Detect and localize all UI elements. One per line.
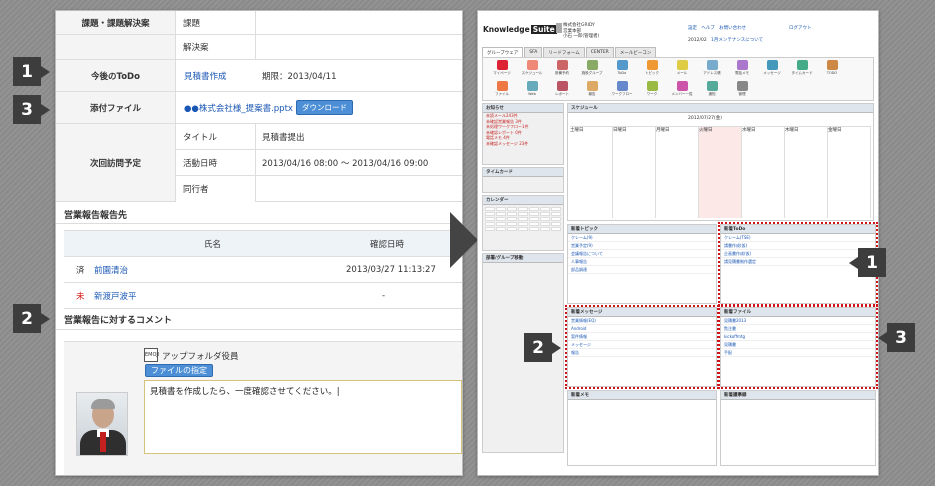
schedule-date: 2012/07/27(金)	[688, 116, 722, 121]
user-info: 株式会社GRIDY 営業本部 小石 一郎(管理者)	[563, 23, 600, 39]
sidebar: お知らせ 未読メール243件 未確認営業報告 3件 未処理ワークフロー1件 未確…	[482, 103, 564, 471]
app-icon[interactable]: 設備予約	[551, 60, 573, 77]
table-row: 済 前園清治 2013/03/27 11:13:27	[64, 257, 462, 283]
next-visit-title-row: タイトル 見積書提出	[176, 124, 462, 150]
calendar-block: カレンダー	[482, 195, 564, 251]
app-icon[interactable]: メッセージ	[761, 60, 783, 77]
next-visit-datetime: 2013/04/16 08:00 〜 2013/04/16 09:00	[262, 158, 429, 169]
highlight-files	[718, 305, 878, 389]
todo-link[interactable]: 見積書作成	[184, 60, 227, 91]
app-icon[interactable]: レポート	[551, 81, 573, 98]
next-visit-title: 見積書提出	[262, 132, 305, 143]
app-icon[interactable]: ワークフロー	[611, 81, 633, 98]
app-icon[interactable]: ファイル	[491, 81, 513, 98]
app-icon[interactable]: 施設グループ	[581, 60, 603, 77]
app-icon[interactable]: 電話メモ	[731, 60, 753, 77]
col-name: 氏名	[204, 239, 222, 250]
next-visit-companion-row: 同行者	[176, 176, 462, 202]
app-icon[interactable]: Web	[521, 81, 543, 98]
app-icon[interactable]: 管理	[731, 81, 753, 98]
recipient-link[interactable]: 前園清治	[94, 257, 128, 282]
report-dest-table: 氏名 確認日時 済 前園清治 2013/03/27 11:13:27 未 新渡戸…	[64, 230, 462, 314]
todo-row: 今後のToDo 見積書作成 期限：2013/04/11	[56, 60, 462, 92]
app-icon[interactable]: タイムカード	[791, 60, 813, 77]
app-icon[interactable]: メール	[671, 60, 693, 77]
file-select-button[interactable]: ファイルの指定	[145, 364, 213, 377]
notices-block: お知らせ 未読メール243件 未確認営業報告 3件 未処理ワークフロー1件 未確…	[482, 103, 564, 165]
app-icon-bar: マイページ スケジュール 設備予約 施設グループ ToDo トピック メール ア…	[482, 57, 874, 101]
dashboard-main: スケジュール 2012/07/27(金) 土曜日 日曜日 月曜日 火曜日 水曜日 木曜日…	[565, 103, 878, 471]
marker-1-right: 1	[849, 248, 886, 277]
comment-title: 営業報告に対するコメント	[56, 310, 462, 330]
app-icon[interactable]: TODO	[821, 60, 843, 77]
marker-3-right: 3	[878, 323, 915, 352]
schedule-title: スケジュール	[568, 104, 873, 113]
marker-1-left: 1	[13, 57, 50, 86]
download-button[interactable]: ダウンロード	[295, 100, 353, 115]
issue-sub-label: 課題	[176, 11, 256, 34]
schedule-widget: スケジュール 2012/07/27(金) 土曜日 日曜日 月曜日 火曜日 水曜日 木曜日…	[567, 103, 874, 221]
app-icon[interactable]: 報告	[581, 81, 603, 98]
issue-row: 課題・課題解決案 課題	[56, 11, 462, 35]
marker-2-left: 2	[13, 304, 50, 333]
app-icon[interactable]: マイページ	[491, 60, 513, 77]
app-icon[interactable]: トピック	[641, 60, 663, 77]
app-icon[interactable]: スケジュール	[521, 60, 543, 77]
table-row: 未 新渡戸波平 -	[64, 283, 462, 309]
attachment-file-link[interactable]: ●●株式会社様_提案書.pptx	[184, 102, 293, 114]
dashboard-overview-panel: Knowledge Suite 株式会社GRIDY 営業本部 小石 一郎(管理者) 設…	[477, 10, 879, 476]
avatar	[76, 392, 128, 456]
solution-row: 解決案	[56, 35, 462, 60]
minutes-widget: 新着議事録	[720, 390, 876, 466]
app-logo: Knowledge Suite	[483, 25, 557, 34]
attachment-row: 添付ファイル ●●株式会社様_提案書.pptx ダウンロード	[56, 92, 462, 124]
emoji-icon[interactable]: EMOJI	[144, 348, 159, 362]
transition-arrow-icon	[450, 212, 478, 268]
app-icon[interactable]: ワーク	[641, 81, 663, 98]
col-date: 確認日時	[370, 239, 405, 250]
app-icon[interactable]: ToDo	[611, 60, 633, 77]
todo-label: 今後のToDo	[56, 60, 176, 91]
notice-line: 2012/02 1月メンテナンスについて	[688, 38, 764, 43]
report-dest-header: 氏名 確認日時	[64, 231, 462, 257]
issue-label: 課題・課題解決案	[56, 11, 176, 34]
report-dest-title: 営業報告報告先	[56, 206, 462, 224]
top-links[interactable]: 設定 ヘルプ お問い合わせ ログアウト	[688, 25, 812, 31]
app-icon[interactable]: アドレス帳	[701, 60, 723, 77]
timecard-block: タイムカード	[482, 167, 564, 193]
app-icon[interactable]: 通知	[701, 81, 723, 98]
next-visit-label: 次回訪問予定	[56, 124, 176, 201]
user-avatar	[556, 23, 562, 33]
report-detail-panel: 課題・課題解決案 課題 解決案 今後のToDo 見積書作成 期限：2013/04…	[55, 10, 463, 476]
comment-area: EMOJI アップフォルダ役員 ファイルの指定 見積書を作成したら、一度確認させ…	[64, 341, 462, 475]
next-visit-datetime-row: 活動日時 2013/04/16 08:00 〜 2013/04/16 09:00	[176, 150, 462, 176]
marker-3-left: 3	[13, 95, 50, 124]
comment-author: アップフォルダ役員	[162, 352, 239, 362]
next-visit-block: 次回訪問予定 タイトル 見積書提出 活動日時 2013/04/16 08:00 …	[56, 124, 462, 202]
topics-widget: 新着トピック クレーム(9) 営業予定(9) 会議報告について 人事報告 部品調…	[567, 224, 717, 304]
todo-due: 期限：2013/04/11	[262, 71, 337, 82]
solution-sub-label: 解決案	[176, 35, 256, 59]
app-icon[interactable]: メンバー一覧	[671, 81, 693, 98]
highlight-messages	[565, 305, 719, 389]
attachment-label: 添付ファイル	[56, 92, 176, 123]
marker-2-right: 2	[524, 333, 561, 362]
comment-input[interactable]: 見積書を作成したら、一度確認させてください。|	[144, 380, 462, 454]
recipient-link[interactable]: 新渡戸波平	[94, 283, 137, 308]
memos-widget: 新着メモ	[567, 390, 717, 466]
